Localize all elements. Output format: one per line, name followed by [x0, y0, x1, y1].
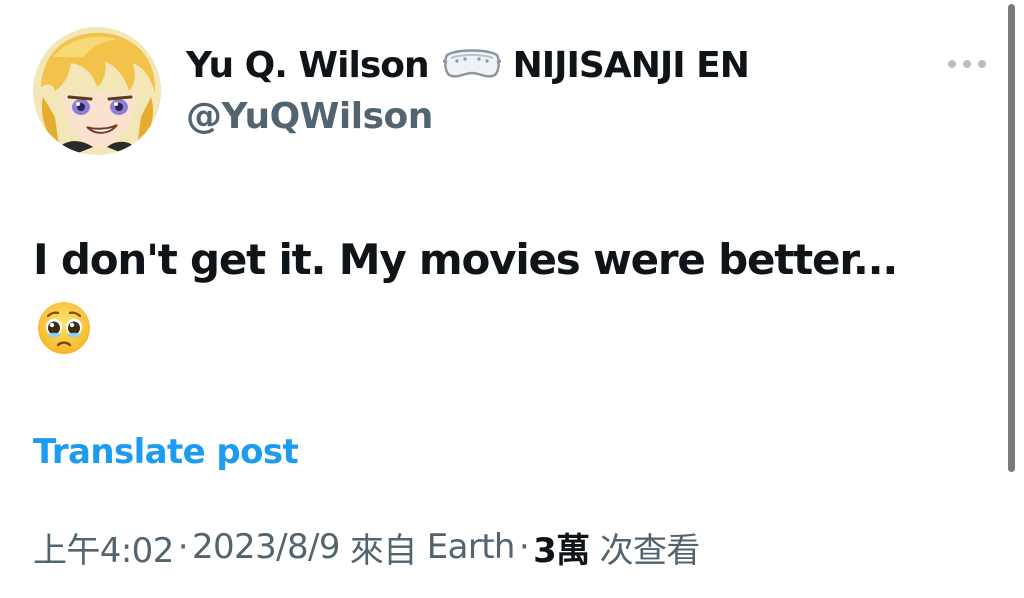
post-metadata: 上午4:02 · 2023/8/9 來自 Earth · 3萬 次查看	[33, 522, 700, 572]
scrollbar-thumb[interactable]	[1008, 4, 1015, 472]
views-label[interactable]: 次查看	[600, 523, 701, 572]
translate-post-link[interactable]: Translate post	[33, 432, 299, 472]
post-location: Earth	[426, 527, 516, 567]
post-text: I don't get it. My movies were better...	[33, 235, 898, 284]
post-date[interactable]: 2023/8/9	[192, 527, 341, 567]
post-detail: Yu Q. Wilson NIJISANJI EN @YuQWilson I d…	[0, 0, 1024, 598]
more-options-button[interactable]	[944, 48, 990, 78]
meta-separator: ·	[518, 527, 530, 567]
lab-goggles-icon	[442, 47, 501, 83]
more-horizontal-icon	[948, 60, 956, 68]
author-handle[interactable]: @YuQWilson	[186, 96, 433, 137]
post-time[interactable]: 上午4:02	[33, 523, 174, 572]
views-count[interactable]: 3萬	[533, 523, 590, 572]
author-display-name[interactable]: Yu Q. Wilson	[186, 45, 430, 86]
from-prefix: 來自	[349, 530, 417, 571]
author-name-row[interactable]: Yu Q. Wilson NIJISANJI EN	[186, 40, 750, 90]
meta-separator: ·	[177, 527, 189, 567]
author-avatar[interactable]	[33, 27, 161, 155]
pleading-face-emoji	[36, 300, 92, 356]
avatar-image	[33, 27, 161, 155]
author-affiliation: NIJISANJI EN	[512, 44, 750, 86]
